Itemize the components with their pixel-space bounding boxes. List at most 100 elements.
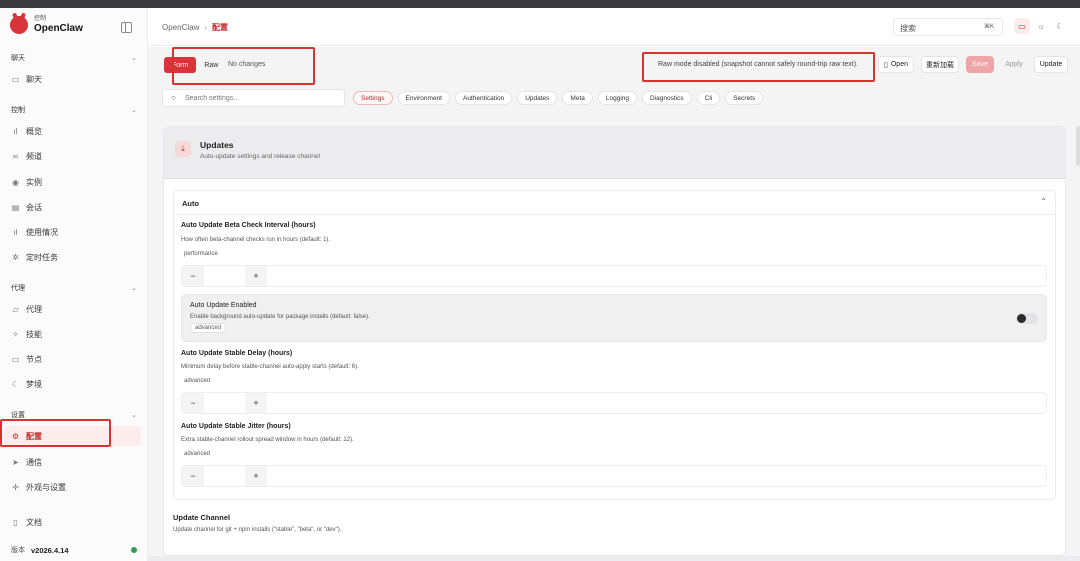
decrement-button[interactable]: − xyxy=(182,266,204,286)
field-title-stable-delay: Auto Update Stable Delay (hours) xyxy=(181,350,293,357)
chevron-down-icon: ⌄ xyxy=(131,285,137,292)
increment-button[interactable]: + xyxy=(245,466,267,486)
panel-subtitle: Auto-update settings and release channel xyxy=(200,153,320,160)
main-content: Form Raw No changes Raw mode disabled (s… xyxy=(148,47,1080,561)
scrollbar[interactable] xyxy=(1076,126,1080,166)
sidebar-item-cron[interactable]: ✲ 定时任务 xyxy=(11,247,141,267)
decrement-button[interactable]: − xyxy=(182,466,204,486)
bar-chart-icon: ıl xyxy=(13,227,18,237)
auto-update-toggle[interactable] xyxy=(1016,313,1038,324)
chip-secrets[interactable]: Secrets xyxy=(725,91,764,105)
chip-settings[interactable]: Settings xyxy=(353,91,393,105)
config-toolbar: Form Raw No changes Raw mode disabled (s… xyxy=(148,47,1080,85)
field-title-enabled: Auto Update Enabled xyxy=(190,302,257,309)
settings-search-input[interactable]: ○ Search settings... xyxy=(162,89,345,107)
download-icon: ⤓ xyxy=(175,141,191,157)
stable-jitter-stepper: − + xyxy=(181,465,1047,487)
sidebar-item-agents[interactable]: ▱ 代理 xyxy=(11,299,141,319)
sidebar-item-dreams[interactable]: ☾ 梦境 xyxy=(11,374,141,394)
panel-title: Updates xyxy=(200,140,234,150)
sidebar-collapse-icon[interactable] xyxy=(121,22,132,33)
highlight-box-raw-message xyxy=(642,52,875,82)
sidebar-item-overview[interactable]: ıl 概览 xyxy=(11,121,141,141)
section-agents[interactable]: 代理 ⌄ xyxy=(11,283,137,293)
book-icon: ▯ xyxy=(13,517,18,527)
sidebar-item-appearance[interactable]: ✛ 外观与设置 xyxy=(11,477,141,497)
breadcrumb: OpenClaw › 配置 xyxy=(162,23,229,32)
open-button[interactable]: ▯ Open xyxy=(878,56,914,73)
save-button[interactable]: Save xyxy=(966,56,994,73)
increment-button[interactable]: + xyxy=(245,266,267,286)
chip-authentication[interactable]: Authentication xyxy=(455,91,513,105)
section-chat[interactable]: 聊天 ⌄ xyxy=(11,53,137,63)
auto-update-enabled-card: Auto Update Enabled Enable background au… xyxy=(181,294,1047,342)
field-title-beta-interval: Auto Update Beta Check Interval (hours) xyxy=(181,222,316,229)
update-channel-desc: Update channel for git + npm installs ("… xyxy=(173,527,342,533)
sidebar-item-communication[interactable]: ➤ 通信 xyxy=(11,452,141,472)
increment-button[interactable]: + xyxy=(245,393,267,413)
theme-switcher: ▭ ☼ ☾ xyxy=(1014,18,1071,34)
window-top-strip xyxy=(0,0,1080,8)
stable-delay-stepper: − + xyxy=(181,392,1047,414)
field-desc-beta-interval: How often beta-channel checks run in hou… xyxy=(181,237,331,243)
monitor-icon[interactable]: ▭ xyxy=(1014,18,1030,34)
section-control[interactable]: 控制 ⌄ xyxy=(11,105,137,115)
reload-button[interactable]: 重新加载 xyxy=(921,56,959,73)
breadcrumb-current: 配置 xyxy=(212,23,229,32)
sidebar: 控制 OpenClaw 聊天 ⌄ ▭ 聊天 控制 ⌄ ıl 概览 ∞ 频道 ◉ 实例 ▤ 会话 xyxy=(0,8,148,561)
brand: 控制 OpenClaw xyxy=(10,16,83,34)
chevron-up-icon[interactable]: ⌃ xyxy=(1040,197,1047,206)
link-icon: ∞ xyxy=(12,151,19,161)
field-title-stable-jitter: Auto Update Stable Jitter (hours) xyxy=(181,423,291,430)
chip-updates[interactable]: Updates xyxy=(517,91,558,105)
decrement-button[interactable]: − xyxy=(182,393,204,413)
sun-icon[interactable]: ☼ xyxy=(1033,18,1049,34)
moon-icon: ☾ xyxy=(11,379,20,389)
bottom-bar xyxy=(148,556,1080,561)
file-icon: ▯ xyxy=(884,61,888,69)
update-button[interactable]: Update xyxy=(1034,56,1068,73)
chip-diagnostics[interactable]: Diagnostics xyxy=(642,91,692,105)
sidebar-item-instances[interactable]: ◉ 实例 xyxy=(11,172,141,192)
chip-logging[interactable]: Logging xyxy=(597,91,638,105)
sidebar-item-docs[interactable]: ▯ 文档 xyxy=(11,512,141,532)
highlight-box-config xyxy=(0,419,111,447)
chip-meta[interactable]: Meta xyxy=(562,91,593,105)
sidebar-item-sessions[interactable]: ▤ 会话 xyxy=(11,197,141,217)
field-desc-stable-delay: Minimum delay before stable-channel auto… xyxy=(181,364,359,370)
group-title: Auto xyxy=(182,199,200,208)
updates-panel: ⤓ Updates Auto-update settings and relea… xyxy=(163,126,1066,556)
tag-performance: performance xyxy=(184,251,218,257)
chevron-down-icon: ⌄ xyxy=(131,55,137,62)
brand-sub: 控制 xyxy=(34,16,47,22)
loader-icon: ✲ xyxy=(12,252,19,262)
app-window: 控制 OpenClaw 聊天 ⌄ ▭ 聊天 控制 ⌄ ıl 概览 ∞ 频道 ◉ 实例 ▤ 会话 xyxy=(0,8,1080,561)
filter-row: ○ Search settings... Settings Environmen… xyxy=(162,89,768,107)
sidebar-item-usage[interactable]: ıl 使用情况 xyxy=(11,222,141,242)
plus-icon: ✛ xyxy=(12,482,19,492)
tag-advanced: advanced xyxy=(184,378,211,384)
chip-cli[interactable]: Cli xyxy=(696,91,721,105)
moon-icon[interactable]: ☾ xyxy=(1052,18,1068,34)
apply-button[interactable]: Apply xyxy=(1000,56,1028,73)
sidebar-item-skills[interactable]: ✧ 技能 xyxy=(11,324,141,344)
field-desc-enabled: Enable background auto-update for packag… xyxy=(190,314,370,320)
highlight-box-mode xyxy=(172,47,315,85)
openclaw-logo-icon xyxy=(10,16,28,34)
search-shortcut: ⌘K xyxy=(983,24,994,30)
sidebar-item-channels[interactable]: ∞ 频道 xyxy=(11,146,141,166)
search-icon: ○ xyxy=(171,93,176,102)
bar-chart-icon: ıl xyxy=(13,126,18,136)
sidebar-item-nodes[interactable]: ▭ 节点 xyxy=(11,349,141,369)
chevron-down-icon: ⌄ xyxy=(131,412,137,419)
brand-name: OpenClaw xyxy=(34,23,83,34)
tag-advanced: advanced xyxy=(184,451,211,457)
global-search[interactable]: 搜索 ⌘K xyxy=(893,18,1003,36)
monitor-icon: ▭ xyxy=(11,354,20,364)
auto-group: Auto ⌃ Auto Update Beta Check Interval (… xyxy=(173,190,1056,500)
sidebar-item-chat[interactable]: ▭ 聊天 xyxy=(11,69,141,89)
document-icon: ▤ xyxy=(11,202,20,212)
chevron-down-icon: ⌄ xyxy=(131,107,137,114)
breadcrumb-root[interactable]: OpenClaw xyxy=(162,23,199,32)
chip-environment[interactable]: Environment xyxy=(397,91,450,105)
